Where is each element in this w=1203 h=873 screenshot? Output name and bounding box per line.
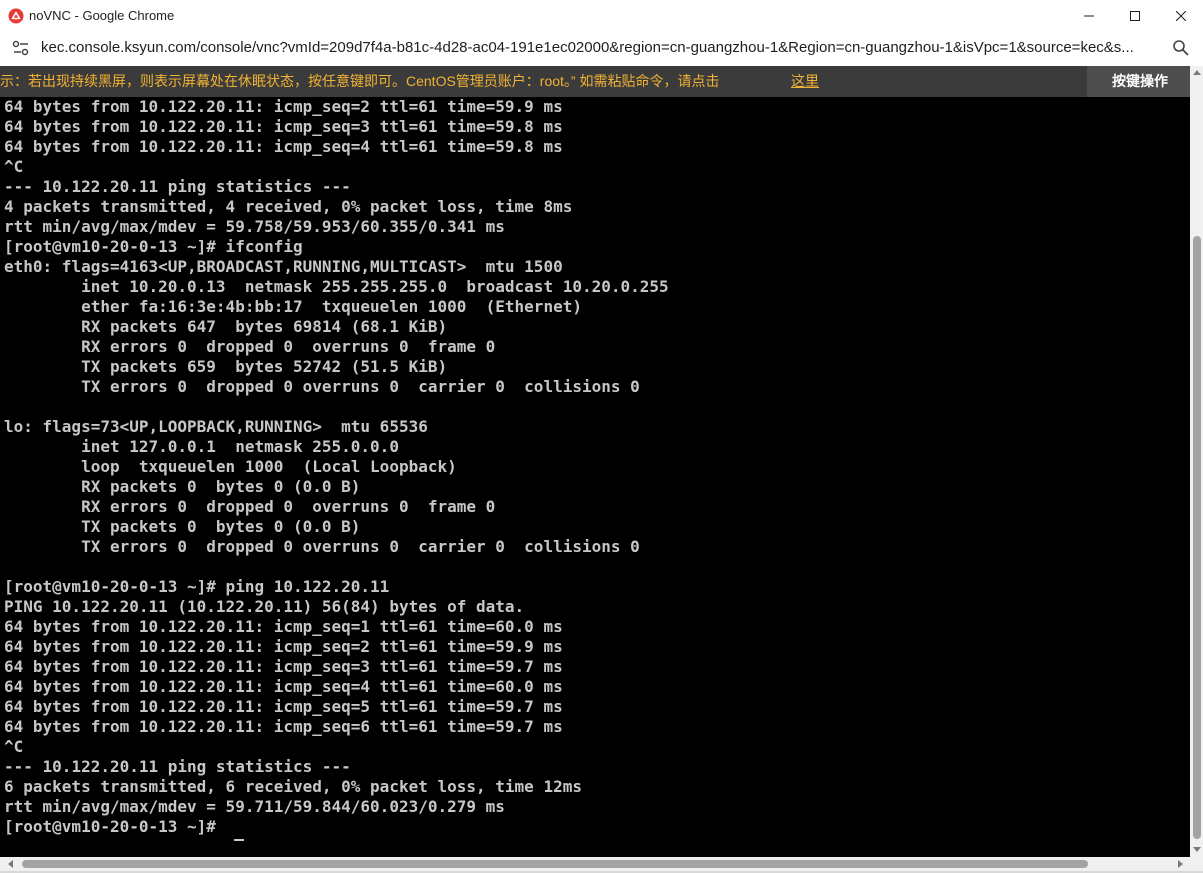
terminal-line: 64 bytes from 10.122.20.11: icmp_seq=2 t… (4, 97, 563, 116)
vertical-scroll-thumb[interactable] (1193, 236, 1201, 839)
close-icon (1176, 11, 1186, 21)
terminal-line: lo: flags=73<UP,LOOPBACK,RUNNING> mtu 65… (4, 417, 428, 436)
terminal-line: 64 bytes from 10.122.20.11: icmp_seq=4 t… (4, 137, 563, 156)
window-title: noVNC - Google Chrome (29, 8, 175, 23)
address-bar[interactable]: kec.console.ksyun.com/console/vnc?vmId=2… (0, 32, 1203, 64)
terminal-line: --- 10.122.20.11 ping statistics --- (4, 177, 351, 196)
terminal-line: eth0: flags=4163<UP,BROADCAST,RUNNING,MU… (4, 257, 563, 276)
terminal-line: 64 bytes from 10.122.20.11: icmp_seq=1 t… (4, 617, 563, 636)
horizontal-scroll-thumb[interactable] (22, 860, 1088, 868)
vnc-terminal-screen[interactable]: 64 bytes from 10.122.20.11: icmp_seq=2 t… (0, 97, 1190, 857)
novnc-logo-icon (8, 8, 24, 24)
scroll-down-icon[interactable] (1193, 847, 1201, 852)
terminal-line: loop txqueuelen 1000 (Local Loopback) (4, 457, 457, 476)
terminal-line: ether fa:16:3e:4b:bb:17 txqueuelen 1000 … (4, 297, 582, 316)
scroll-right-icon[interactable] (1178, 860, 1183, 868)
terminal-line: inet 127.0.0.1 netmask 255.0.0.0 (4, 437, 399, 456)
scroll-left-icon[interactable] (8, 860, 13, 868)
terminal-line: ^C (4, 157, 24, 176)
terminal-line: TX errors 0 dropped 0 overruns 0 carrier… (4, 377, 640, 396)
terminal-line: --- 10.122.20.11 ping statistics --- (4, 757, 351, 776)
terminal-line: rtt min/avg/max/mdev = 59.711/59.844/60.… (4, 797, 505, 816)
minimize-icon (1084, 15, 1094, 17)
scroll-up-icon[interactable] (1193, 70, 1201, 75)
terminal-line: RX packets 0 bytes 0 (0.0 B) (4, 477, 361, 496)
terminal-line: 64 bytes from 10.122.20.11: icmp_seq=5 t… (4, 697, 563, 716)
minimize-button[interactable] (1066, 0, 1112, 32)
terminal-line: RX errors 0 dropped 0 overruns 0 frame 0 (4, 337, 496, 356)
terminal-line: 64 bytes from 10.122.20.11: icmp_seq=4 t… (4, 677, 563, 696)
terminal-line: 64 bytes from 10.122.20.11: icmp_seq=6 t… (4, 717, 563, 736)
key-operations-button[interactable]: 按键操作 (1087, 66, 1193, 97)
terminal-line: rtt min/avg/max/mdev = 59.758/59.953/60.… (4, 217, 505, 236)
close-button[interactable] (1158, 0, 1203, 32)
terminal-line: 6 packets transmitted, 6 received, 0% pa… (4, 777, 582, 796)
terminal-line: RX errors 0 dropped 0 overruns 0 frame 0 (4, 497, 496, 516)
notice-bar: 示：若出现持续黑屏，则表示屏幕处在休眠状态，按任意键即可。CentOS管理员账户… (0, 66, 1087, 97)
terminal-line: PING 10.122.20.11 (10.122.20.11) 56(84) … (4, 597, 525, 616)
terminal-cursor (234, 839, 244, 841)
terminal-line: ^C (4, 737, 24, 756)
maximize-button[interactable] (1112, 0, 1158, 32)
zoom-icon[interactable] (1172, 39, 1190, 57)
terminal-line: [root@vm10-20-0-13 ~]# ping 10.122.20.11 (4, 577, 390, 596)
terminal-line: 64 bytes from 10.122.20.11: icmp_seq=3 t… (4, 117, 563, 136)
terminal-line: [root@vm10-20-0-13 ~]# (4, 817, 226, 836)
window-titlebar: noVNC - Google Chrome (0, 0, 1203, 32)
terminal-line: inet 10.20.0.13 netmask 255.255.255.0 br… (4, 277, 669, 296)
terminal-line: 4 packets transmitted, 4 received, 0% pa… (4, 197, 573, 216)
terminal-line: [root@vm10-20-0-13 ~]# ifconfig (4, 237, 303, 256)
terminal-line: TX errors 0 dropped 0 overruns 0 carrier… (4, 537, 640, 556)
terminal-line: 64 bytes from 10.122.20.11: icmp_seq=3 t… (4, 657, 563, 676)
maximize-icon (1130, 11, 1140, 21)
terminal-line: TX packets 0 bytes 0 (0.0 B) (4, 517, 361, 536)
terminal-line: RX packets 647 bytes 69814 (68.1 KiB) (4, 317, 448, 336)
url-text[interactable]: kec.console.ksyun.com/console/vnc?vmId=2… (41, 39, 1161, 57)
paste-command-link[interactable]: 这里 (791, 73, 819, 90)
terminal-line: 64 bytes from 10.122.20.11: icmp_seq=2 t… (4, 637, 563, 656)
site-info-icon[interactable] (11, 39, 31, 57)
terminal-line: TX packets 659 bytes 52742 (51.5 KiB) (4, 357, 448, 376)
notice-text: 示：若出现持续黑屏，则表示屏幕处在休眠状态，按任意键即可。CentOS管理员账户… (0, 73, 720, 89)
